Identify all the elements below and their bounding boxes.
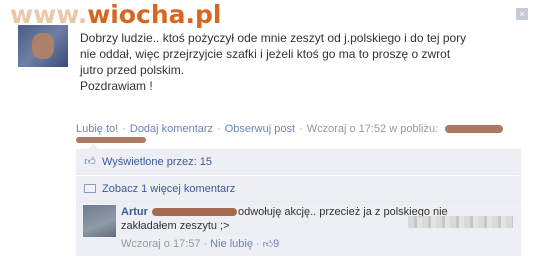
separator: · [217, 123, 221, 135]
post-line-3: jutro przed polskim. [80, 63, 185, 77]
watermark-wiocha: wiocha [87, 0, 186, 29]
seen-by-row[interactable]: 👍︎ Wyświetlone przez: 15 [76, 149, 521, 175]
close-icon[interactable]: × [516, 8, 528, 20]
separator: · [203, 238, 208, 250]
post-timestamp[interactable]: Wczoraj o 17:52 w pobliżu: [307, 123, 438, 135]
separator: · [255, 238, 260, 250]
redacted-location-continued [76, 137, 146, 143]
feedback-pointer [88, 144, 98, 149]
separator: · [122, 123, 126, 135]
comments-icon [83, 183, 97, 195]
comment-text-b: zakładałem zeszytu ;> [121, 220, 230, 232]
watermark-pl: .pl [185, 0, 222, 29]
post-line-2: nie oddał, więc przejrzyjcie szafki i je… [80, 47, 451, 61]
post-body: Dobrzy ludzie.. ktoś pożyczył ode mnie z… [80, 30, 500, 94]
redacted-surname [151, 208, 237, 217]
add-comment-link[interactable]: Dodaj komentarz [130, 123, 213, 135]
view-more-comments-row[interactable]: Zobacz 1 więcej komentarz [76, 176, 521, 202]
like-link[interactable]: Lubię to! [76, 123, 118, 135]
post-author-avatar[interactable] [18, 25, 68, 67]
follow-post-link[interactable]: Obserwuj post [225, 123, 295, 135]
like-count[interactable]: 9 [273, 238, 279, 250]
watermark-logo: www.wiocha.pl [10, 0, 221, 29]
comment-timestamp[interactable]: Wczoraj o 17:57 [121, 238, 200, 250]
redacted-location [445, 125, 504, 134]
comment-item: Artur odwołuję akcję.. przecież ja z pol… [76, 202, 521, 256]
post-line-1: Dobrzy ludzie.. ktoś pożyczył ode mnie z… [80, 31, 467, 45]
commenter-avatar[interactable] [83, 205, 116, 237]
view-more-comments-link[interactable]: Zobacz 1 więcej komentarz [102, 183, 235, 195]
separator: · [299, 123, 303, 135]
thumbs-up-icon: 👍︎ [84, 156, 96, 168]
blurred-region [408, 216, 513, 228]
commenter-name[interactable]: Artur [121, 206, 148, 218]
post-line-4: Pozdrawiam ! [80, 79, 153, 93]
like-count-icon: 👍︎ [262, 239, 274, 250]
seen-by-label[interactable]: Wyświetlone przez: 15 [102, 156, 212, 168]
watermark-www: www. [10, 0, 88, 29]
post-actions: Lubię to! · Dodaj komentarz · Obserwuj post ·… [76, 123, 504, 135]
feedback-box: 👍︎ Wyświetlone przez: 15 Zobacz 1 więcej… [76, 144, 521, 202]
comment-meta: Wczoraj o 17:57 · Nie lubię · 👍︎9 [121, 238, 279, 250]
unlike-link[interactable]: Nie lubię [210, 238, 253, 250]
